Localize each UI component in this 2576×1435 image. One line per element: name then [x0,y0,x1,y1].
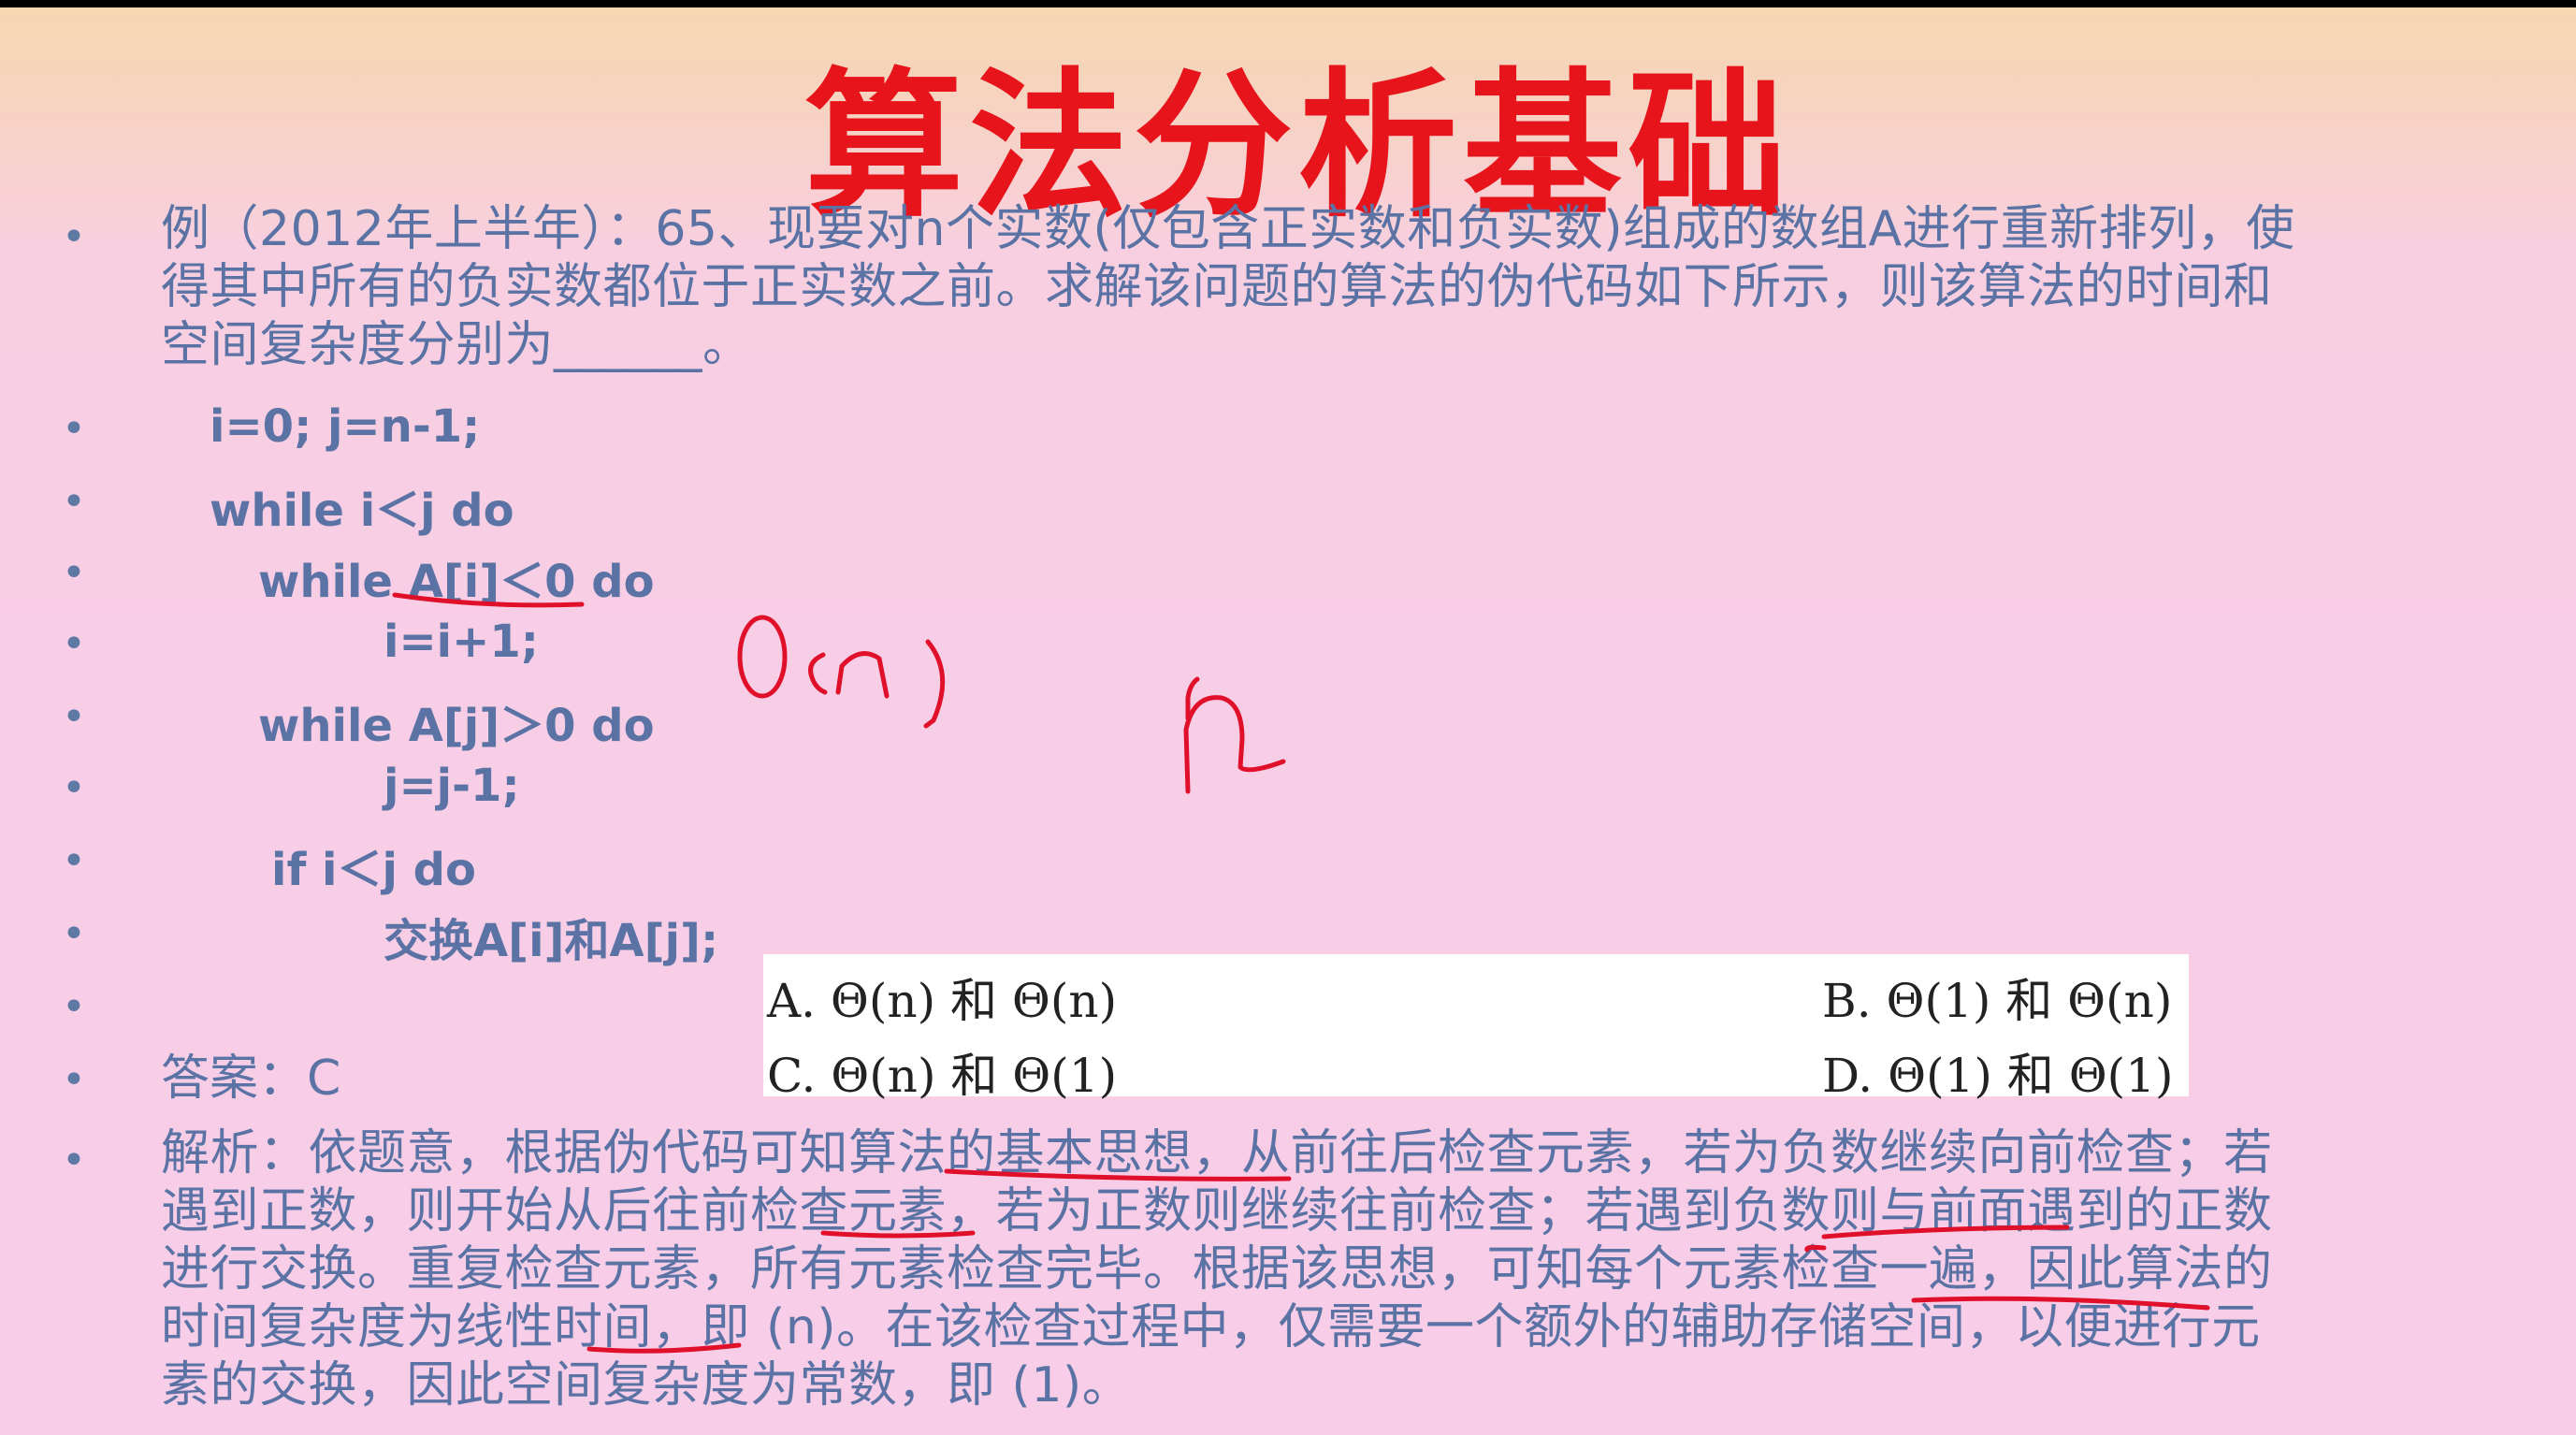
code-line: j=j-1; [384,760,520,812]
option-d: D. Θ(1) 和 Θ(1) [1822,1049,2174,1103]
analysis-text: 解析：依题意，根据伪代码可知算法的基本思想，从前往后检查元素，若为负数继续向前检… [161,1124,2555,1414]
bullet-marker [62,997,82,1018]
code-line: i=i+1; [384,616,539,668]
slide: 算法分析基础 例（2012年上半年）：65、现要对n个实数(仅包含正实数和负实数… [0,7,2576,1435]
answer-options: A. Θ(n) 和 Θ(n) B. Θ(1) 和 Θ(n) C. Θ(n) 和 … [763,954,2189,1103]
bullet-marker [62,492,82,513]
bullet-marker [62,1070,82,1091]
code-line: if i＜j do [271,844,477,896]
bullet-marker [62,707,82,728]
bullet-marker [62,419,82,440]
code-line: i=0; j=n-1; [210,400,481,453]
code-line: while i＜j do [210,485,514,537]
question-text: 例（2012年上半年）：65、现要对n个实数(仅包含正实数和负实数)组成的数组A… [161,200,2555,374]
analysis-line: 进行交换。重复检查元素，所有元素检查完毕。根据该思想，可知每个元素检查一遍，因此… [161,1241,2273,1297]
bullet-marker [62,563,82,584]
bullet-marker [62,1151,82,1171]
code-line: while A[i]＜0 do [258,556,655,608]
bullet-marker [62,778,82,799]
code-line: while A[j]＞0 do [258,700,655,752]
analysis-line: 素的交换，因此空间复杂度为常数，即 (1)。 [161,1357,1132,1413]
bullet-marker [62,634,82,655]
bullet-marker [62,924,82,945]
question-line: 例（2012年上半年）：65、现要对n个实数(仅包含正实数和负实数)组成的数组A… [161,201,2295,257]
bullet-marker [62,851,82,872]
analysis-line: 解析：依题意，根据伪代码可知算法的基本思想，从前往后检查元素，若为负数继续向前检… [161,1125,2273,1181]
code-line: 交换A[i]和A[j]; [384,915,719,967]
option-a: A. Θ(n) 和 Θ(n) [767,974,1118,1028]
question-line: 空间复杂度分别为______。 [161,317,752,373]
bullet-marker [62,227,82,248]
analysis-line: 时间复杂度为线性时间，即 (n)。在该检查过程中，仅需要一个额外的辅助存储空间，… [161,1299,2261,1355]
question-line: 得其中所有的负实数都位于正实数之前。求解该问题的算法的伪代码如下所示，则该算法的… [161,259,2273,315]
option-b: B. Θ(1) 和 Θ(n) [1822,974,2173,1028]
option-c: C. Θ(n) 和 Θ(1) [767,1049,1118,1103]
answer-text: 答案：C [161,1051,341,1107]
analysis-line: 遇到正数，则开始从后往前检查元素，若为正数则继续往前检查；若遇到负数则与前面遇到… [161,1183,2273,1239]
